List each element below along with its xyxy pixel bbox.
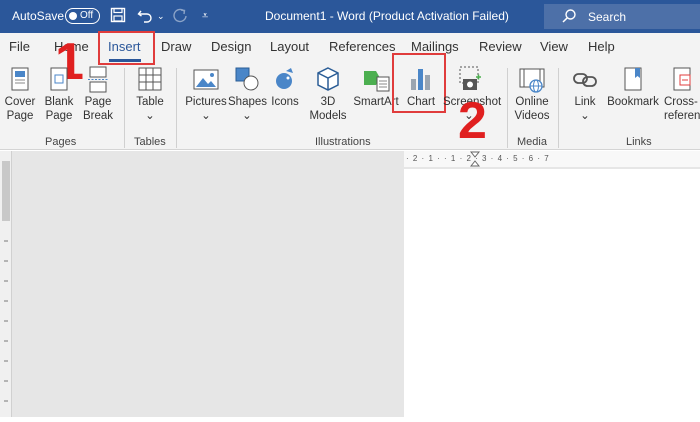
cover-page-label: Cover xyxy=(4,96,36,108)
cross-reference-label: Cross- xyxy=(664,96,698,108)
cover-page-icon xyxy=(11,67,29,91)
autosave-label: AutoSave xyxy=(12,9,65,23)
tab-file[interactable]: File xyxy=(9,39,30,54)
page-break-icon xyxy=(88,66,108,93)
group-links-label: Links xyxy=(626,136,652,148)
undo-icon[interactable] xyxy=(137,7,155,28)
blank-page-button[interactable]: Blank Page xyxy=(41,65,77,123)
document-page[interactable] xyxy=(404,169,700,417)
table-dropdown-icon: ⌄ xyxy=(145,110,155,122)
tab-design[interactable]: Design xyxy=(211,39,251,54)
link-icon xyxy=(573,73,597,87)
blank-page-icon xyxy=(50,67,68,91)
toggle-knob xyxy=(69,12,77,20)
link-button[interactable]: Link ⌄ xyxy=(566,65,604,123)
toggle-state: Off xyxy=(80,10,94,21)
insert-tab-highlight xyxy=(98,31,155,65)
separator xyxy=(124,68,125,148)
table-button[interactable]: Table ⌄ xyxy=(132,65,168,123)
table-label: Table xyxy=(136,96,164,108)
tab-mailings[interactable]: Mailings xyxy=(411,39,459,54)
document-title: Document1 - Word (Product Activation Fai… xyxy=(265,9,509,23)
group-pages-label: Pages xyxy=(45,136,77,148)
cross-reference-icon xyxy=(673,67,691,91)
undo-dropdown-icon[interactable]: ⌄ xyxy=(157,7,165,25)
3d-models-label-2: Models xyxy=(309,110,347,122)
icons-button[interactable]: Icons xyxy=(269,65,301,109)
pictures-dropdown-icon: ⌄ xyxy=(201,110,211,122)
group-tables-label: Tables xyxy=(134,136,166,148)
cross-reference-button[interactable]: Cross- reference xyxy=(664,65,700,123)
tab-help[interactable]: Help xyxy=(588,39,615,54)
group-media-label: Media xyxy=(517,136,547,148)
separator xyxy=(507,68,508,148)
pictures-button[interactable]: Pictures ⌄ xyxy=(184,65,228,123)
online-videos-label-2: Videos xyxy=(514,110,550,122)
online-videos-icon xyxy=(519,68,545,93)
redo-icon xyxy=(172,7,188,28)
icons-label: Icons xyxy=(271,96,299,108)
separator xyxy=(176,68,177,148)
separator xyxy=(558,68,559,148)
online-videos-label: Online xyxy=(515,96,549,108)
group-illustrations-label: Illustrations xyxy=(315,136,371,148)
3d-models-label: 3D xyxy=(320,96,336,108)
search-box[interactable]: Search xyxy=(544,4,700,29)
blank-page-label-2: Page xyxy=(45,110,73,122)
horizontal-ruler: · 2 · 1 · · 1 · 2 · 3 · 4 · 5 · 6 · 7 xyxy=(404,151,700,167)
bookmark-icon xyxy=(624,67,642,91)
bookmark-label: Bookmark xyxy=(607,96,659,108)
blank-page-label: Blank xyxy=(44,96,74,108)
3d-cube-icon xyxy=(317,67,339,91)
link-dropdown-icon: ⌄ xyxy=(580,110,590,122)
cover-page-button[interactable]: Cover Page xyxy=(2,65,38,123)
tab-view[interactable]: View xyxy=(540,39,568,54)
tab-layout[interactable]: Layout xyxy=(270,39,309,54)
search-icon xyxy=(562,9,576,23)
bookmark-button[interactable]: Bookmark xyxy=(605,65,661,109)
page-break-label: Page xyxy=(84,96,112,108)
document-area: · 2 · 1 · · 1 · 2 · 3 · 4 · 5 · 6 · 7 xyxy=(0,151,700,417)
step-2-number: 2 xyxy=(458,92,487,150)
online-videos-button[interactable]: Online Videos xyxy=(512,65,552,123)
smartart-icon xyxy=(364,71,390,92)
shapes-label: Shapes xyxy=(228,96,268,108)
tab-review[interactable]: Review xyxy=(479,39,522,54)
cross-reference-label-2: reference xyxy=(664,110,700,122)
screenshot-icon xyxy=(459,66,481,90)
chart-button-highlight xyxy=(392,53,446,113)
tab-references[interactable]: References xyxy=(329,39,395,54)
vertical-ruler xyxy=(0,151,12,417)
3d-models-button[interactable]: 3D Models xyxy=(306,65,350,123)
shapes-button[interactable]: Shapes ⌄ xyxy=(228,65,268,123)
pictures-label: Pictures xyxy=(185,96,227,108)
cover-page-label-2: Page xyxy=(6,110,34,122)
indent-marker-icon[interactable] xyxy=(470,151,480,167)
page-break-button[interactable]: Page Break xyxy=(80,65,116,123)
table-icon xyxy=(138,67,162,91)
ribbon: File Home Insert Draw Design Layout Refe… xyxy=(0,31,700,150)
icons-icon xyxy=(276,68,293,89)
search-label: Search xyxy=(588,10,627,24)
tab-draw[interactable]: Draw xyxy=(161,39,191,54)
save-icon[interactable] xyxy=(110,7,126,28)
page-break-label-2: Break xyxy=(82,110,114,122)
link-label: Link xyxy=(574,96,596,108)
shapes-icon xyxy=(235,67,259,91)
customize-toolbar-icon[interactable]: ⩡ xyxy=(202,7,208,25)
autosave-toggle[interactable]: Off xyxy=(65,8,100,24)
title-bar: AutoSave Off ⌄ ⩡ Document1 - Word (Produ… xyxy=(0,0,700,33)
shapes-dropdown-icon: ⌄ xyxy=(242,110,252,122)
pictures-icon xyxy=(193,69,219,90)
